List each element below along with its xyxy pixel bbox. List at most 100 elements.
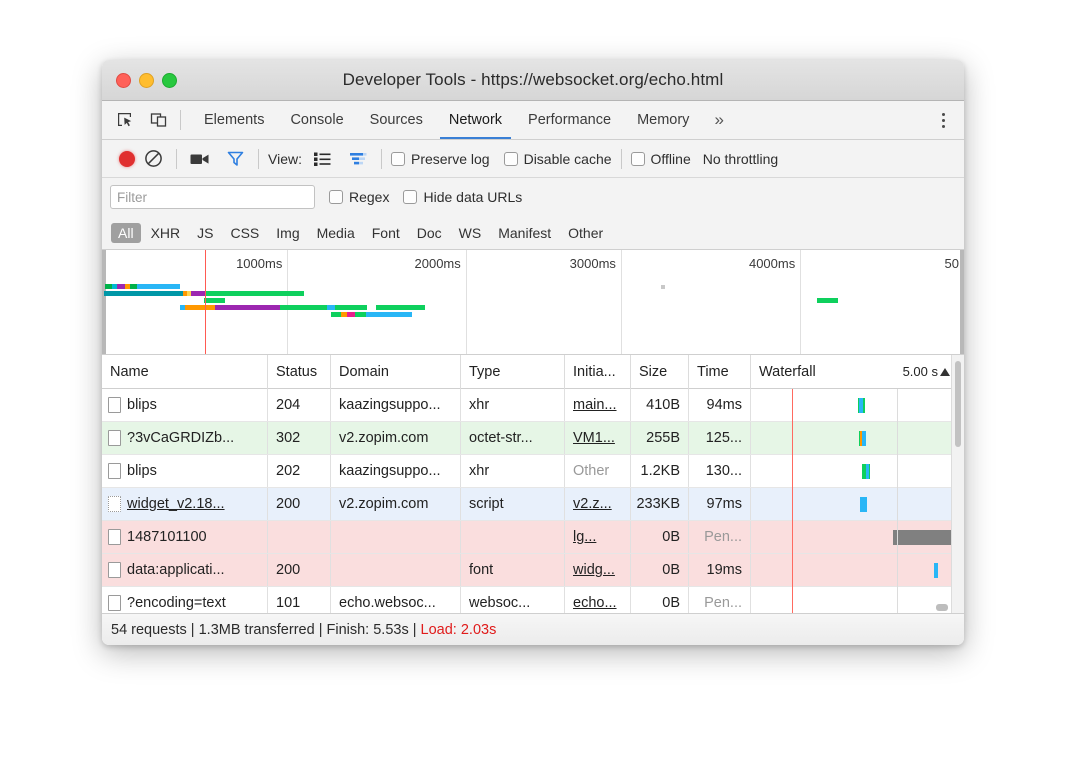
column-header-domain[interactable]: Domain [331, 355, 461, 389]
cell-domain: echo.websoc... [331, 587, 461, 613]
type-filter-all[interactable]: All [111, 223, 141, 243]
request-name[interactable]: ?3vCaGRDIZb... [127, 430, 234, 446]
cell-name[interactable]: ?3vCaGRDIZb... [102, 422, 268, 454]
view-label: View: [268, 151, 302, 167]
type-filter-media[interactable]: Media [310, 223, 362, 243]
tab-network[interactable]: Network [436, 101, 515, 139]
column-header-initiator[interactable]: Initia... [565, 355, 631, 389]
waterfall-view-icon[interactable] [345, 145, 372, 172]
vertical-scrollbar-thumb[interactable] [955, 361, 961, 447]
tab-console[interactable]: Console [277, 101, 356, 139]
regex-checkbox[interactable]: Regex [329, 189, 389, 205]
overview-bar-segment [366, 312, 413, 317]
cell-initiator[interactable]: echo... [565, 587, 631, 613]
type-filter-css[interactable]: CSS [223, 223, 266, 243]
throttling-select[interactable]: No throttling [703, 151, 778, 167]
maximize-button[interactable] [162, 73, 177, 88]
more-tabs-chevron-icon[interactable]: » [702, 101, 735, 139]
screenshot-camera-icon[interactable] [186, 145, 213, 172]
request-name[interactable]: data:applicati... [127, 562, 225, 578]
document-icon [108, 463, 121, 479]
minimize-button[interactable] [139, 73, 154, 88]
request-name[interactable]: ?encoding=text [127, 595, 226, 611]
offline-checkbox[interactable]: Offline [631, 151, 691, 167]
column-header-name[interactable]: Name [102, 355, 268, 389]
type-filter-xhr[interactable]: XHR [144, 223, 188, 243]
close-button[interactable] [116, 73, 131, 88]
cell-size: 0B [631, 587, 689, 613]
tab-sources[interactable]: Sources [357, 101, 436, 139]
type-filter-ws[interactable]: WS [452, 223, 489, 243]
vertical-scrollbar[interactable] [951, 355, 964, 613]
table-row[interactable]: ?encoding=text101echo.websoc...websoc...… [102, 587, 964, 613]
cell-status: 200 [268, 488, 331, 520]
table-row[interactable]: blips204kaazingsuppo...xhrmain...410B94m… [102, 389, 964, 422]
type-filter-font[interactable]: Font [365, 223, 407, 243]
cell-initiator[interactable]: main... [565, 389, 631, 421]
request-name[interactable]: blips [127, 463, 157, 479]
request-name[interactable]: 1487101100 [127, 529, 207, 545]
clear-button[interactable] [140, 145, 167, 172]
kebab-menu-icon[interactable] [930, 107, 956, 133]
cell-name[interactable]: ?encoding=text [102, 587, 268, 613]
filter-funnel-icon[interactable] [222, 145, 249, 172]
preserve-log-checkbox[interactable]: Preserve log [391, 151, 490, 167]
type-filter-doc[interactable]: Doc [410, 223, 449, 243]
overview-tick-label: 3000ms [570, 256, 621, 271]
tab-performance[interactable]: Performance [515, 101, 624, 139]
table-row[interactable]: blips202kaazingsuppo...xhrOther1.2KB130.… [102, 455, 964, 488]
request-name[interactable]: widget_v2.18... [127, 496, 225, 512]
overview-bar-segment [335, 305, 368, 310]
cell-name[interactable]: 1487101100 [102, 521, 268, 553]
tab-memory[interactable]: Memory [624, 101, 702, 139]
filter-input[interactable] [110, 185, 315, 209]
list-view-icon[interactable] [309, 145, 336, 172]
cell-time-text: Pen... [704, 529, 742, 545]
column-header-type[interactable]: Type [461, 355, 565, 389]
type-filter-manifest[interactable]: Manifest [491, 223, 558, 243]
table-row[interactable]: ?3vCaGRDIZb...302v2.zopim.comoctet-str..… [102, 422, 964, 455]
overview-stray-dot [661, 285, 665, 289]
overview-bar [331, 312, 340, 317]
cell-initiator[interactable]: VM1... [565, 422, 631, 454]
type-filter-other[interactable]: Other [561, 223, 610, 243]
table-row[interactable]: 1487101100lg...0BPen... [102, 521, 964, 554]
cell-name[interactable]: blips [102, 455, 268, 487]
device-toolbar-icon[interactable] [148, 109, 170, 131]
cell-domain-text: echo.websoc... [339, 595, 436, 611]
document-icon [108, 529, 121, 545]
cell-initiator[interactable]: lg... [565, 521, 631, 553]
overview-bar-segment [117, 284, 125, 289]
disable-cache-checkbox[interactable]: Disable cache [504, 151, 612, 167]
document-icon [108, 496, 121, 512]
network-overview-timeline[interactable]: 1000ms2000ms3000ms4000ms50 [102, 250, 964, 355]
type-filter-img[interactable]: Img [269, 223, 306, 243]
overview-bar [355, 312, 365, 317]
request-name[interactable]: blips [127, 397, 157, 413]
cell-type-text: octet-str... [469, 430, 533, 446]
column-header-waterfall[interactable]: Waterfall 5.00 s [751, 355, 964, 389]
cell-time: Pen... [689, 587, 751, 613]
cell-status-text: 204 [276, 397, 300, 413]
table-row[interactable]: data:applicati...200fontwidg...0B19ms [102, 554, 964, 587]
cell-name[interactable]: widget_v2.18... [102, 488, 268, 520]
hide-data-urls-checkbox[interactable]: Hide data URLs [403, 189, 522, 205]
type-filter-js[interactable]: JS [190, 223, 220, 243]
cell-initiator[interactable]: widg... [565, 554, 631, 586]
overview-bar-segment [347, 312, 356, 317]
column-header-status[interactable]: Status [268, 355, 331, 389]
cell-initiator[interactable]: v2.z... [565, 488, 631, 520]
cell-status-text: 101 [276, 595, 300, 611]
overview-left-handle[interactable] [102, 250, 106, 354]
cell-name[interactable]: blips [102, 389, 268, 421]
overview-bar [280, 305, 327, 310]
cell-name[interactable]: data:applicati... [102, 554, 268, 586]
waterfall-bar [934, 563, 938, 578]
record-button[interactable] [113, 145, 140, 172]
table-row[interactable]: widget_v2.18...200v2.zopim.comscriptv2.z… [102, 488, 964, 521]
horizontal-scrollbar-thumb[interactable] [936, 604, 948, 611]
tab-elements[interactable]: Elements [191, 101, 277, 139]
inspect-element-icon[interactable] [114, 109, 136, 131]
column-header-time[interactable]: Time [689, 355, 751, 389]
column-header-size[interactable]: Size [631, 355, 689, 389]
